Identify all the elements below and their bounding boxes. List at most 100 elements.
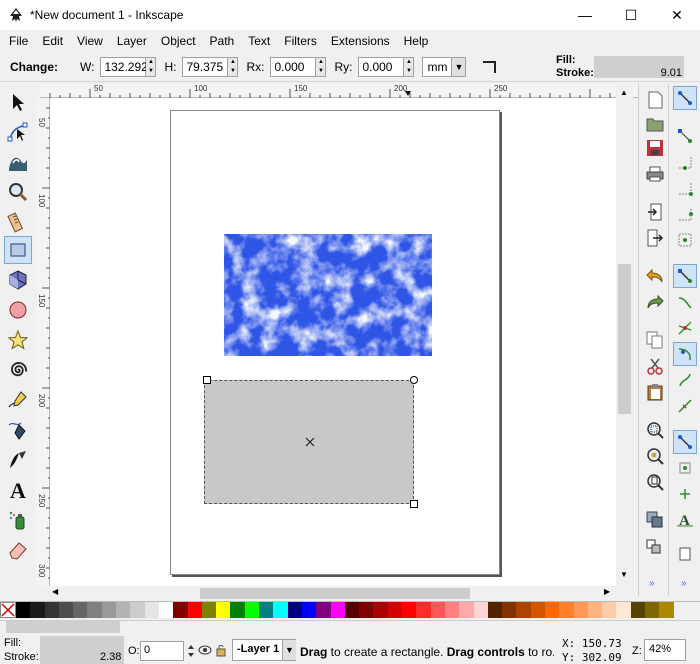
height-spin-arrows[interactable]: ▲ ▼ bbox=[228, 56, 239, 77]
menu-object[interactable]: Object bbox=[154, 34, 203, 48]
measure-tool[interactable] bbox=[4, 208, 32, 236]
snap-intersections-button[interactable] bbox=[673, 316, 697, 340]
rx-spinbox[interactable]: 0.000 ▲ ▼ bbox=[270, 56, 327, 77]
export-button[interactable] bbox=[645, 228, 665, 248]
palette-swatch[interactable] bbox=[316, 602, 331, 618]
snap-rotation-center-button[interactable] bbox=[673, 482, 697, 506]
menu-layer[interactable]: Layer bbox=[110, 34, 154, 48]
chevron-down-icon[interactable]: ▼ bbox=[282, 640, 296, 660]
scroll-up-icon[interactable]: ▲ bbox=[620, 88, 628, 97]
height-input[interactable]: 79.375 bbox=[182, 56, 229, 77]
duplicate-button[interactable] bbox=[645, 510, 665, 530]
zoom-tool[interactable] bbox=[4, 178, 32, 206]
zoom-selection-button[interactable] bbox=[645, 420, 665, 440]
more-snap-icon[interactable]: » bbox=[681, 578, 687, 589]
snap-page-border-button[interactable] bbox=[673, 542, 697, 566]
zoom-page-button[interactable] bbox=[645, 472, 665, 492]
palette-swatch[interactable] bbox=[559, 602, 574, 618]
menu-text[interactable]: Text bbox=[241, 34, 277, 48]
ry-spinbox[interactable]: 0.000 ▲ ▼ bbox=[358, 56, 415, 77]
scroll-right-icon[interactable]: ▶ bbox=[604, 587, 610, 596]
menu-extensions[interactable]: Extensions bbox=[324, 34, 397, 48]
menu-edit[interactable]: Edit bbox=[35, 34, 70, 48]
palette-swatch[interactable] bbox=[387, 602, 403, 618]
palette-swatch[interactable] bbox=[487, 602, 503, 618]
palette-swatch[interactable] bbox=[201, 602, 217, 618]
snap-bbox-edge-button[interactable] bbox=[673, 150, 697, 174]
snap-bbox-corner-button[interactable] bbox=[673, 176, 697, 200]
palette-swatch[interactable] bbox=[544, 602, 560, 618]
palette-swatch[interactable] bbox=[359, 602, 374, 618]
corner-handle[interactable] bbox=[410, 500, 418, 508]
palette-swatch[interactable] bbox=[444, 602, 460, 618]
palette-swatch[interactable] bbox=[602, 602, 617, 618]
scroll-left-icon[interactable]: ◀ bbox=[52, 587, 58, 596]
palette-swatch[interactable] bbox=[101, 602, 117, 618]
vertical-scroll-thumb[interactable] bbox=[618, 264, 631, 414]
star-tool[interactable] bbox=[4, 326, 32, 354]
palette-swatch[interactable] bbox=[659, 602, 674, 618]
palette-swatch[interactable] bbox=[373, 602, 388, 618]
opacity-spin-arrows[interactable] bbox=[186, 643, 196, 659]
not-rounded-icon[interactable] bbox=[480, 58, 498, 76]
open-button[interactable] bbox=[645, 114, 665, 134]
palette-swatch[interactable] bbox=[273, 602, 288, 618]
selector-tool[interactable] bbox=[4, 88, 32, 116]
palette-swatch[interactable] bbox=[16, 602, 31, 618]
palette-swatch[interactable] bbox=[587, 602, 603, 618]
width-input[interactable]: 132.292 bbox=[100, 56, 148, 77]
menu-view[interactable]: View bbox=[70, 34, 110, 48]
copy-button[interactable] bbox=[645, 330, 665, 350]
tweak-tool[interactable] bbox=[4, 148, 32, 176]
palette-swatch[interactable] bbox=[130, 602, 145, 618]
palette-swatch[interactable] bbox=[459, 602, 474, 618]
width-spinbox[interactable]: 132.292 ▲ ▼ bbox=[100, 56, 157, 77]
palette-swatch[interactable] bbox=[158, 602, 174, 618]
snap-bbox-button[interactable] bbox=[673, 124, 697, 148]
palette-swatch[interactable] bbox=[44, 602, 59, 618]
pencil-tool[interactable] bbox=[4, 386, 32, 414]
no-paint-swatch[interactable] bbox=[0, 602, 16, 618]
horizontal-scroll-thumb[interactable] bbox=[200, 588, 470, 599]
horizontal-scrollbar[interactable]: ◀ ▶ bbox=[50, 586, 616, 600]
width-spin-arrows[interactable]: ▲ ▼ bbox=[146, 56, 157, 77]
menu-help[interactable]: Help bbox=[397, 34, 436, 48]
palette-swatch[interactable] bbox=[244, 602, 260, 618]
corner-handle[interactable] bbox=[203, 376, 211, 384]
palette-swatch[interactable] bbox=[230, 602, 245, 618]
palette-swatch[interactable] bbox=[116, 602, 131, 618]
palette-swatch[interactable] bbox=[430, 602, 445, 618]
rounding-handle[interactable] bbox=[410, 376, 418, 384]
eraser-tool[interactable] bbox=[4, 536, 32, 564]
snap-object-midpoints-button[interactable] bbox=[673, 456, 697, 480]
height-spinbox[interactable]: 79.375 ▲ ▼ bbox=[182, 56, 239, 77]
rx-spin-arrows[interactable]: ▲ ▼ bbox=[316, 56, 327, 77]
palette-swatch[interactable] bbox=[58, 602, 74, 618]
new-document-button[interactable] bbox=[645, 90, 665, 110]
snap-line-midpoints-button[interactable] bbox=[673, 394, 697, 418]
palette-swatch[interactable] bbox=[259, 602, 274, 618]
layer-lock-icon[interactable] bbox=[214, 643, 228, 657]
paste-button[interactable] bbox=[645, 382, 665, 402]
more-commands-icon[interactable]: » bbox=[649, 578, 655, 589]
menu-filters[interactable]: Filters bbox=[277, 34, 324, 48]
import-button[interactable] bbox=[645, 202, 665, 222]
pen-tool[interactable] bbox=[4, 416, 32, 444]
style-indicator[interactable]: Fill: Stroke: 9.01 bbox=[556, 54, 686, 80]
menu-path[interactable]: Path bbox=[203, 34, 242, 48]
drawing-canvas[interactable] bbox=[50, 98, 616, 586]
palette-swatch[interactable] bbox=[516, 602, 531, 618]
text-tool[interactable]: A bbox=[4, 476, 32, 504]
palette-swatch[interactable] bbox=[187, 602, 202, 618]
maximize-button[interactable]: ☐ bbox=[608, 0, 654, 30]
palette-swatch[interactable] bbox=[630, 602, 646, 618]
undo-button[interactable] bbox=[645, 266, 665, 286]
horizontal-ruler[interactable]: 50 100 150 200 250 bbox=[40, 84, 638, 98]
node-tool[interactable] bbox=[4, 118, 32, 146]
snap-paths-button[interactable] bbox=[673, 290, 697, 314]
palette-swatch[interactable] bbox=[530, 602, 545, 618]
spiral-tool[interactable] bbox=[4, 356, 32, 384]
rx-input[interactable]: 0.000 bbox=[270, 56, 317, 77]
snap-smooth-nodes-button[interactable] bbox=[673, 368, 697, 392]
palette-swatch[interactable] bbox=[330, 602, 345, 618]
